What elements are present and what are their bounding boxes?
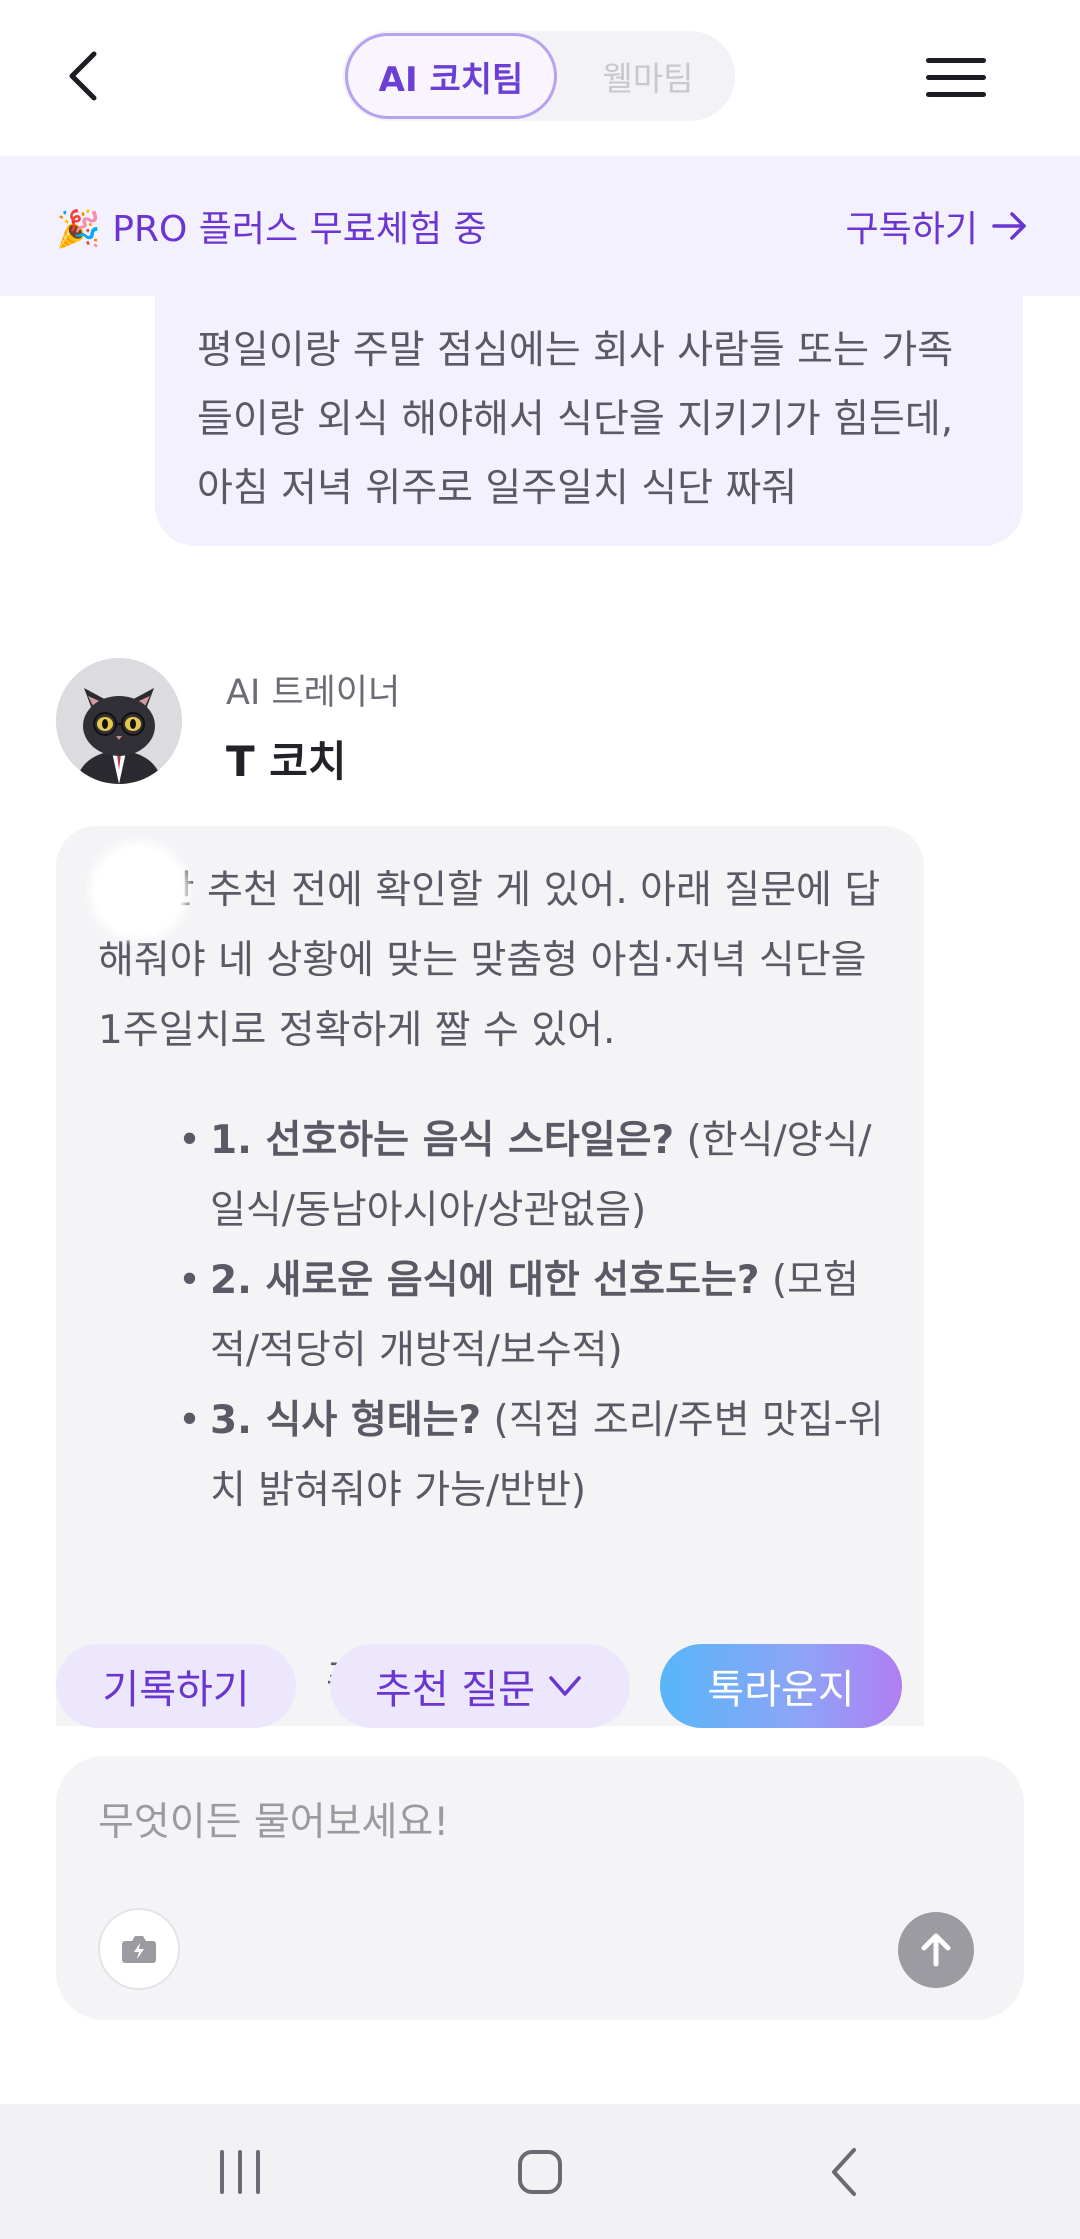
redacted-name-blur — [84, 836, 194, 946]
record-chip[interactable]: 기록하기 — [56, 1644, 296, 1728]
list-item: 2. 새로운 음식에 대한 선호도는? (모험적/적당히 개방적/보수적) — [178, 1246, 884, 1386]
chevron-left-icon — [832, 2148, 856, 2196]
party-popper-icon: 🎉 — [56, 209, 101, 250]
coach-name: T 코치 — [226, 737, 347, 786]
arrow-right-icon — [992, 212, 1026, 240]
message-input[interactable] — [98, 1792, 958, 1852]
coach-role: AI 트레이너 — [226, 673, 401, 713]
ai-message-bubble: , 식단 추천 전에 확인할 게 있어. 아래 질문에 답해줘야 네 상황에 맞… — [56, 826, 924, 1726]
question-title: 2. 새로운 음식에 대한 선호도는? — [210, 1258, 760, 1303]
home-button[interactable] — [508, 2140, 572, 2204]
menu-button[interactable] — [920, 48, 992, 108]
tab-wellma-team[interactable]: 웰마팀 — [563, 31, 733, 121]
top-app-bar: AI 코치팀 웰마팀 — [0, 0, 1080, 156]
recent-apps-icon — [220, 2150, 260, 2194]
team-switch: AI 코치팀 웰마팀 — [343, 31, 735, 121]
home-icon — [518, 2150, 562, 2194]
camera-icon — [122, 1936, 156, 1963]
list-item: 1. 선호하는 음식 스타일은? (한식/양식/일식/동남아시아/상관없음) — [178, 1106, 884, 1246]
promo-label: PRO 플러스 무료체험 중 — [112, 209, 487, 250]
question-title: 1. 선호하는 음식 스타일은? — [210, 1118, 675, 1163]
ai-message-intro: , 식단 추천 전에 확인할 게 있어. 아래 질문에 답해줘야 네 상황에 맞… — [98, 868, 881, 1053]
system-back-button[interactable] — [812, 2140, 876, 2204]
subscribe-label: 구독하기 — [845, 209, 978, 250]
system-navigation-bar — [0, 2104, 1080, 2239]
arrow-up-icon — [921, 1933, 951, 1967]
back-button[interactable] — [54, 44, 118, 108]
tab-ai-coach-team[interactable]: AI 코치팀 — [345, 33, 557, 119]
question-list: 1. 선호하는 음식 스타일은? (한식/양식/일식/동남아시아/상관없음) 2… — [98, 1106, 884, 1526]
hamburger-menu-icon — [926, 58, 986, 97]
list-item: 3. 식사 형태는? (직접 조리/주변 맛집-위치 밝혀줘야 가능/반반) — [178, 1386, 884, 1526]
camera-button[interactable] — [98, 1908, 180, 1990]
chevron-left-icon — [69, 51, 97, 101]
subscribe-link[interactable]: 구독하기 — [846, 200, 1030, 252]
user-message-bubble: 평일이랑 주말 점심에는 회사 사람들 또는 가족들이랑 외식 해야해서 식단을… — [155, 296, 1023, 546]
promo-text: 🎉 PRO 플러스 무료체험 중 — [56, 200, 487, 252]
message-composer — [56, 1756, 1024, 2020]
coach-avatar[interactable] — [56, 658, 182, 784]
question-title: 3. 식사 형태는? — [210, 1398, 482, 1443]
promo-banner[interactable]: 🎉 PRO 플러스 무료체험 중 구독하기 — [0, 156, 1080, 296]
send-button[interactable] — [898, 1912, 974, 1988]
suggested-questions-chip[interactable]: 추천 질문 — [330, 1644, 630, 1728]
black-cat-avatar-icon — [56, 658, 182, 784]
suggested-questions-label: 추천 질문 — [375, 1667, 535, 1713]
chevron-down-icon — [549, 1676, 581, 1696]
talk-lounge-chip[interactable]: 톡라운지 — [660, 1644, 902, 1728]
recent-apps-button[interactable] — [208, 2140, 272, 2204]
